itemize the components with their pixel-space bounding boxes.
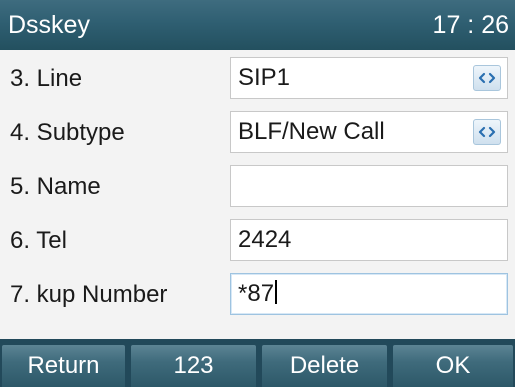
pickup-number-value-wrap: *87 [238,280,278,308]
name-label: 5. Name [10,172,101,200]
row-line: 3. Line SIP1 [0,52,515,105]
tel-value: 2424 [238,226,292,253]
left-right-arrows-icon[interactable] [473,119,501,145]
pickup-number-input[interactable]: *87 [230,273,508,315]
subtype-select[interactable]: BLF/New Call [230,111,508,153]
row-pickup-number: 7. kup Number *87 [0,268,515,321]
pickup-number-label: 7. kup Number [10,280,168,308]
line-value: SIP1 [238,64,291,91]
dsskey-form: 3. Line SIP1 4. Subtype BLF/New Call 5. … [0,50,515,339]
page-title: Dsskey [8,11,90,39]
clock: 17 : 26 [432,11,509,39]
pickup-number-value: *87 [238,280,275,307]
line-select[interactable]: SIP1 [230,57,508,99]
ok-button[interactable]: OK [393,345,513,387]
text-cursor [275,280,278,304]
name-input[interactable] [230,165,508,207]
line-label: 3. Line [10,64,83,92]
row-name: 5. Name [0,160,515,213]
return-button[interactable]: Return [2,345,125,387]
subtype-value: BLF/New Call [238,118,385,145]
tel-input[interactable]: 2424 [230,219,508,261]
tel-label: 6. Tel [10,226,67,254]
left-right-arrows-icon[interactable] [473,65,501,91]
delete-button[interactable]: Delete [262,345,387,387]
softkey-bar: Return 123 Delete OK [0,339,515,387]
row-tel: 6. Tel 2424 [0,214,515,267]
title-bar: Dsskey 17 : 26 [0,0,515,50]
row-subtype: 4. Subtype BLF/New Call [0,106,515,159]
subtype-label: 4. Subtype [10,118,125,146]
phone-screen: Dsskey 17 : 26 3. Line SIP1 4. Subtype B… [0,0,515,387]
input-mode-button[interactable]: 123 [131,345,256,387]
